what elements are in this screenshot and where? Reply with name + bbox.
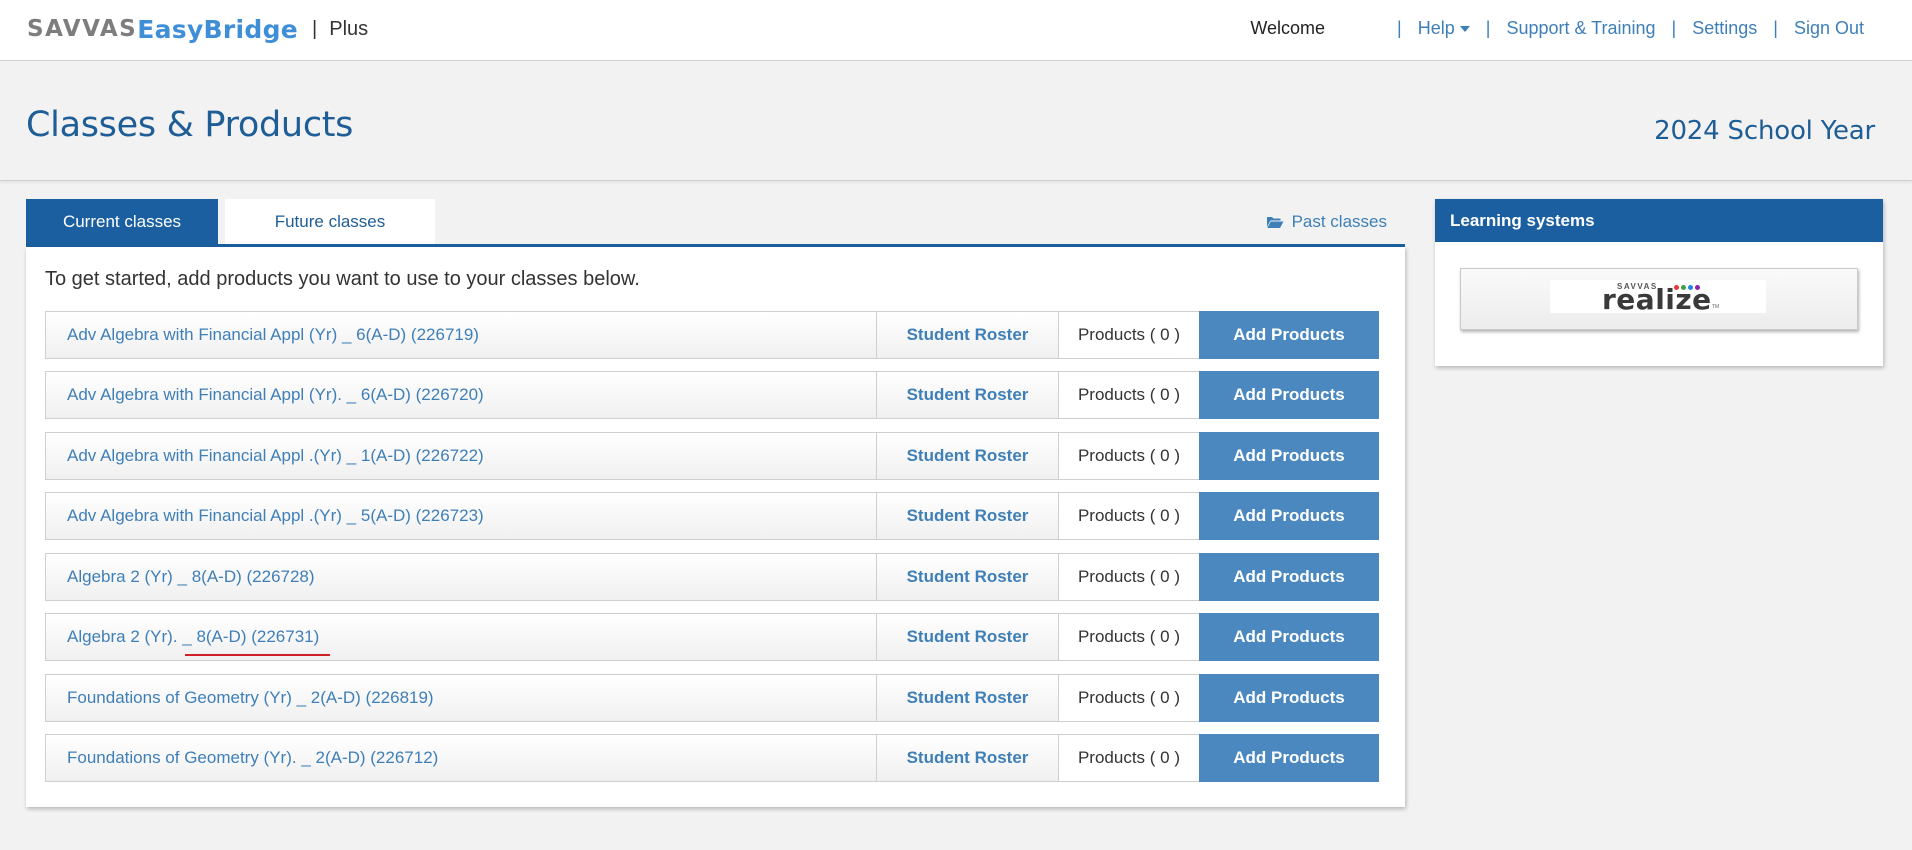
past-classes-link[interactable]: Past classes — [1266, 212, 1387, 232]
brand-savvas: SAVVAS — [27, 16, 138, 42]
class-name-link[interactable]: Adv Algebra with Financial Appl .(Yr) _ … — [45, 492, 877, 540]
nav-separator: | — [1397, 18, 1402, 38]
products-count: Products ( 0 ) — [1059, 613, 1199, 661]
class-name-link[interactable]: Algebra 2 (Yr) _ 8(A-D) (226728) — [45, 553, 877, 601]
class-name-link[interactable]: Foundations of Geometry (Yr). _ 2(A-D) (… — [45, 734, 877, 782]
folder-open-icon — [1266, 217, 1284, 228]
class-name-label: Foundations of Geometry (Yr). _ 2(A-D) (… — [67, 748, 439, 767]
class-name-label: Algebra 2 (Yr) _ 8(A-D) (226728) — [67, 567, 315, 586]
products-count: Products ( 0 ) — [1059, 492, 1199, 540]
add-products-button[interactable]: Add Products — [1199, 371, 1379, 419]
nav-separator: | — [1671, 18, 1677, 38]
chevron-down-icon — [1459, 26, 1470, 33]
class-name-label: Adv Algebra with Financial Appl (Yr) _ 6… — [67, 325, 479, 344]
class-name-link[interactable]: Algebra 2 (Yr). _ 8(A-D) (226731) — [45, 613, 877, 661]
add-products-button[interactable]: Add Products — [1199, 432, 1379, 480]
class-row: Algebra 2 (Yr) _ 8(A-D) (226728) Student… — [45, 553, 1379, 601]
class-name-link[interactable]: Adv Algebra with Financial Appl .(Yr) _ … — [45, 432, 877, 480]
class-tabs: Current classes Future classes Past clas… — [26, 199, 1405, 247]
class-name-link[interactable]: Foundations of Geometry (Yr) _ 2(A-D) (2… — [45, 674, 877, 722]
classes-panel: To get started, add products you want to… — [26, 247, 1405, 807]
realize-wordmark: realize — [1602, 283, 1712, 316]
title-band: Classes & Products 2024 School Year — [0, 61, 1912, 181]
student-roster-button[interactable]: Student Roster — [877, 371, 1059, 419]
class-name-label: Adv Algebra with Financial Appl (Yr). _ … — [67, 385, 484, 404]
brand-separator: | — [312, 17, 318, 40]
student-roster-button[interactable]: Student Roster — [877, 311, 1059, 359]
nav-separator: | — [1485, 18, 1491, 38]
products-count: Products ( 0 ) — [1059, 432, 1199, 480]
student-roster-button[interactable]: Student Roster — [877, 734, 1059, 782]
realize-button[interactable]: SAVVAS realize TM — [1460, 268, 1858, 330]
products-count: Products ( 0 ) — [1059, 734, 1199, 782]
nav-separator: | — [1773, 18, 1778, 38]
class-name-label: Adv Algebra with Financial Appl .(Yr) _ … — [67, 506, 484, 525]
add-products-button[interactable]: Add Products — [1199, 553, 1379, 601]
class-row: Adv Algebra with Financial Appl .(Yr) _ … — [45, 492, 1379, 540]
annotation-underline — [185, 654, 330, 656]
student-roster-button[interactable]: Student Roster — [877, 492, 1059, 540]
help-menu[interactable]: Help — [1418, 18, 1470, 39]
class-row: Adv Algebra with Financial Appl (Yr). _ … — [45, 371, 1379, 419]
class-row: Foundations of Geometry (Yr) _ 2(A-D) (2… — [45, 674, 1379, 722]
add-products-button[interactable]: Add Products — [1199, 674, 1379, 722]
brand-plus: Plus — [329, 17, 369, 40]
page-title: Classes & Products — [26, 105, 354, 145]
add-products-button[interactable]: Add Products — [1199, 311, 1379, 359]
brand-easybridge: EasyBridge — [137, 14, 299, 44]
top-header: SAVVAS EasyBridge | Plus Welcome | Help … — [0, 0, 1912, 61]
tab-future-classes[interactable]: Future classes — [225, 199, 435, 244]
products-count: Products ( 0 ) — [1059, 371, 1199, 419]
student-roster-button[interactable]: Student Roster — [877, 613, 1059, 661]
products-count: Products ( 0 ) — [1059, 311, 1199, 359]
add-products-button[interactable]: Add Products — [1199, 613, 1379, 661]
class-row: Adv Algebra with Financial Appl (Yr) _ 6… — [45, 311, 1379, 359]
tab-current-classes[interactable]: Current classes — [26, 199, 218, 244]
intro-text: To get started, add products you want to… — [45, 268, 640, 290]
add-products-button[interactable]: Add Products — [1199, 492, 1379, 540]
class-row: Foundations of Geometry (Yr). _ 2(A-D) (… — [45, 734, 1379, 782]
class-name-link[interactable]: Adv Algebra with Financial Appl (Yr) _ 6… — [45, 311, 877, 359]
class-row: Adv Algebra with Financial Appl .(Yr) _ … — [45, 432, 1379, 480]
realize-tm: TM — [1712, 304, 1720, 310]
learning-systems-title: Learning systems — [1435, 199, 1883, 242]
products-count: Products ( 0 ) — [1059, 674, 1199, 722]
student-roster-button[interactable]: Student Roster — [877, 432, 1059, 480]
settings-link[interactable]: Settings — [1692, 18, 1757, 39]
student-roster-button[interactable]: Student Roster — [877, 553, 1059, 601]
school-year: 2024 School Year — [1654, 116, 1875, 146]
student-roster-button[interactable]: Student Roster — [877, 674, 1059, 722]
class-name-label: Adv Algebra with Financial Appl .(Yr) _ … — [67, 446, 484, 465]
class-name-label: Algebra 2 (Yr). _ 8(A-D) (226731) — [67, 627, 320, 646]
help-label: Help — [1417, 18, 1455, 38]
support-training-link[interactable]: Support & Training — [1506, 18, 1655, 39]
brand-logo[interactable]: SAVVAS EasyBridge | Plus — [27, 13, 368, 45]
products-count: Products ( 0 ) — [1059, 553, 1199, 601]
add-products-button[interactable]: Add Products — [1199, 734, 1379, 782]
class-name-link[interactable]: Adv Algebra with Financial Appl (Yr). _ … — [45, 371, 877, 419]
sign-out-link[interactable]: Sign Out — [1794, 18, 1864, 39]
realize-logo: SAVVAS realize TM — [1550, 280, 1766, 316]
class-name-label: Foundations of Geometry (Yr) _ 2(A-D) (2… — [67, 688, 434, 707]
top-nav: Welcome | Help | Support & Training | Se… — [1250, 18, 1864, 39]
welcome-text: Welcome — [1250, 18, 1326, 38]
learning-systems-panel: Learning systems SAVVAS realize TM — [1435, 199, 1883, 366]
past-classes-label: Past classes — [1291, 212, 1387, 231]
